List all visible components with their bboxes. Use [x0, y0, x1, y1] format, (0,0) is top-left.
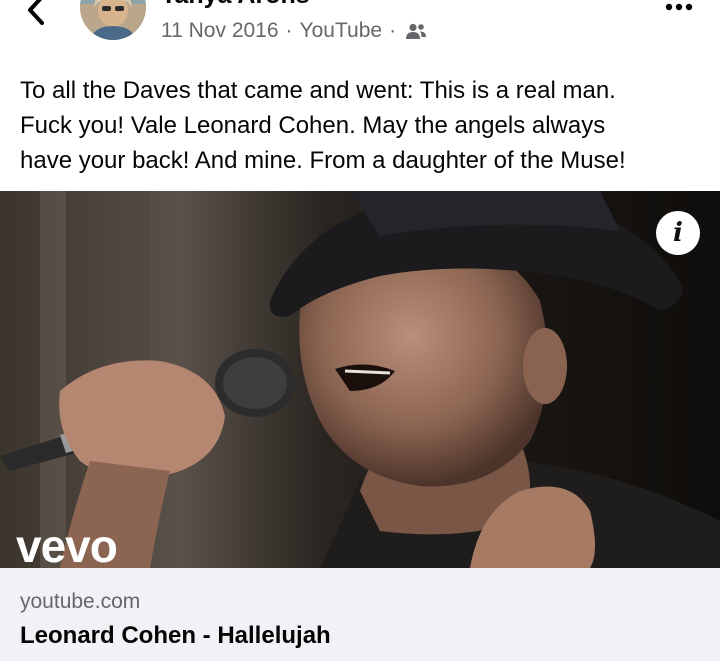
- link-domain: youtube.com: [20, 590, 141, 613]
- meta-separator: ·: [389, 19, 397, 42]
- video-thumbnail[interactable]: [0, 191, 720, 568]
- info-icon-glyph: i: [673, 218, 683, 248]
- link-preview-card[interactable]: youtube.com Leonard Cohen - Hallelujah: [0, 568, 720, 661]
- post-header: Tanya Arons 11 Nov 2016 · YouTube ·: [0, 0, 720, 60]
- avatar[interactable]: [80, 0, 146, 40]
- post-source: YouTube: [299, 19, 383, 42]
- vevo-logo: vevo: [16, 520, 118, 572]
- post-text-line: To all the Daves that came and went: Thi…: [20, 77, 616, 104]
- more-options-icon[interactable]: [664, 0, 694, 14]
- post-meta: 11 Nov 2016 · YouTube ·: [161, 19, 427, 43]
- meta-separator: ·: [285, 19, 293, 42]
- post-text-line: Fuck you! Vale Leonard Cohen. May the an…: [20, 112, 606, 139]
- post-text: To all the Daves that came and went: Thi…: [20, 73, 710, 178]
- info-icon[interactable]: i: [656, 211, 700, 255]
- friends-icon: [406, 23, 427, 39]
- post-date[interactable]: 11 Nov 2016: [161, 19, 279, 43]
- back-arrow-icon[interactable]: [22, 0, 52, 28]
- post-author[interactable]: Tanya Arons: [161, 0, 310, 10]
- link-title[interactable]: Leonard Cohen - Hallelujah: [20, 622, 331, 650]
- video-thumbnail-image: [0, 191, 720, 568]
- post-text-line: have your back! And mine. From a daughte…: [20, 147, 626, 174]
